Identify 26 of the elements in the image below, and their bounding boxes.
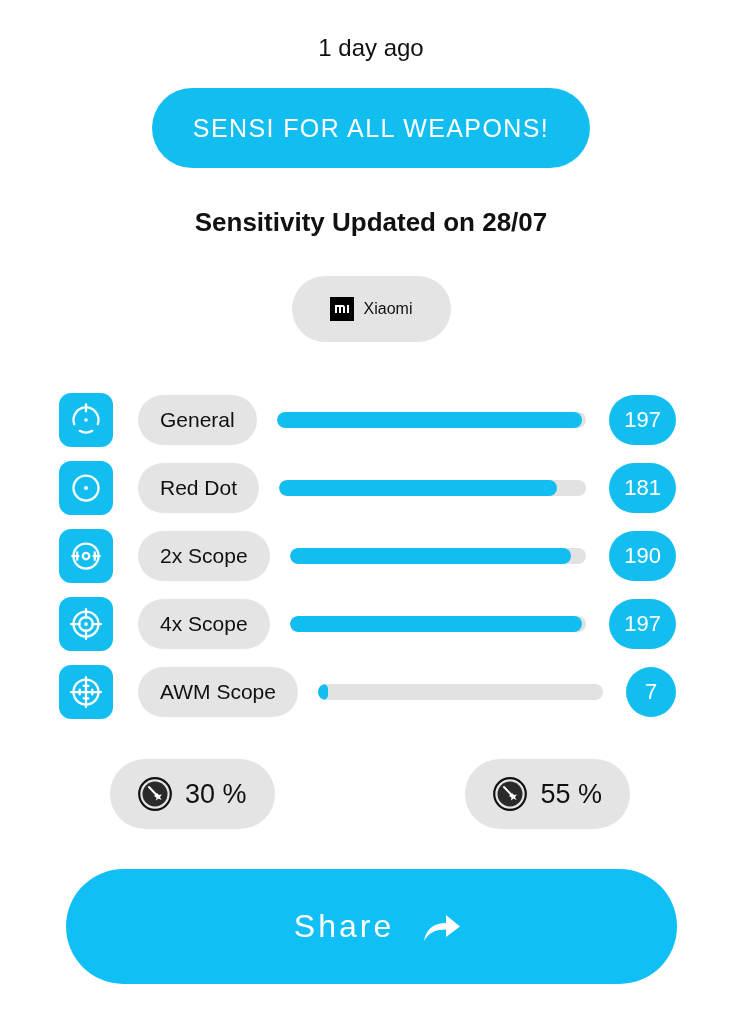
device-name: Xiaomi bbox=[363, 300, 413, 318]
setting-label: AWM Scope bbox=[138, 667, 298, 717]
value-badge: 7 bbox=[626, 667, 676, 717]
logo-icon bbox=[329, 297, 354, 321]
scope-icon bbox=[59, 597, 113, 651]
setting-label: 4x Scope bbox=[138, 599, 270, 649]
crosshair-icon bbox=[59, 393, 113, 447]
setting-label: Red Dot bbox=[138, 463, 260, 513]
value-badge: 181 bbox=[609, 463, 676, 513]
sensi-weapons-button[interactable]: SENSI FOR ALL WEAPONS! bbox=[152, 88, 590, 168]
heading: Sensitivity Updated on 28/07 bbox=[194, 206, 548, 238]
value-badge: 197 bbox=[609, 599, 676, 649]
share-button[interactable]: Share bbox=[65, 869, 677, 984]
comet-icon bbox=[138, 777, 172, 811]
share-arrow-icon bbox=[424, 912, 461, 941]
value-badge: 190 bbox=[609, 531, 676, 581]
dot-sight-icon bbox=[59, 461, 113, 515]
scope-icon bbox=[59, 529, 113, 583]
setting-label: 2x Scope bbox=[138, 531, 270, 581]
value-badge: 197 bbox=[609, 395, 676, 445]
setting-label: General bbox=[138, 395, 257, 445]
timestamp-text: 1 day ago bbox=[318, 33, 424, 63]
scope-icon bbox=[59, 665, 113, 719]
stat-value: 55 % bbox=[540, 778, 602, 810]
comet-icon bbox=[493, 777, 528, 811]
stat-value: 30 % bbox=[185, 778, 247, 810]
